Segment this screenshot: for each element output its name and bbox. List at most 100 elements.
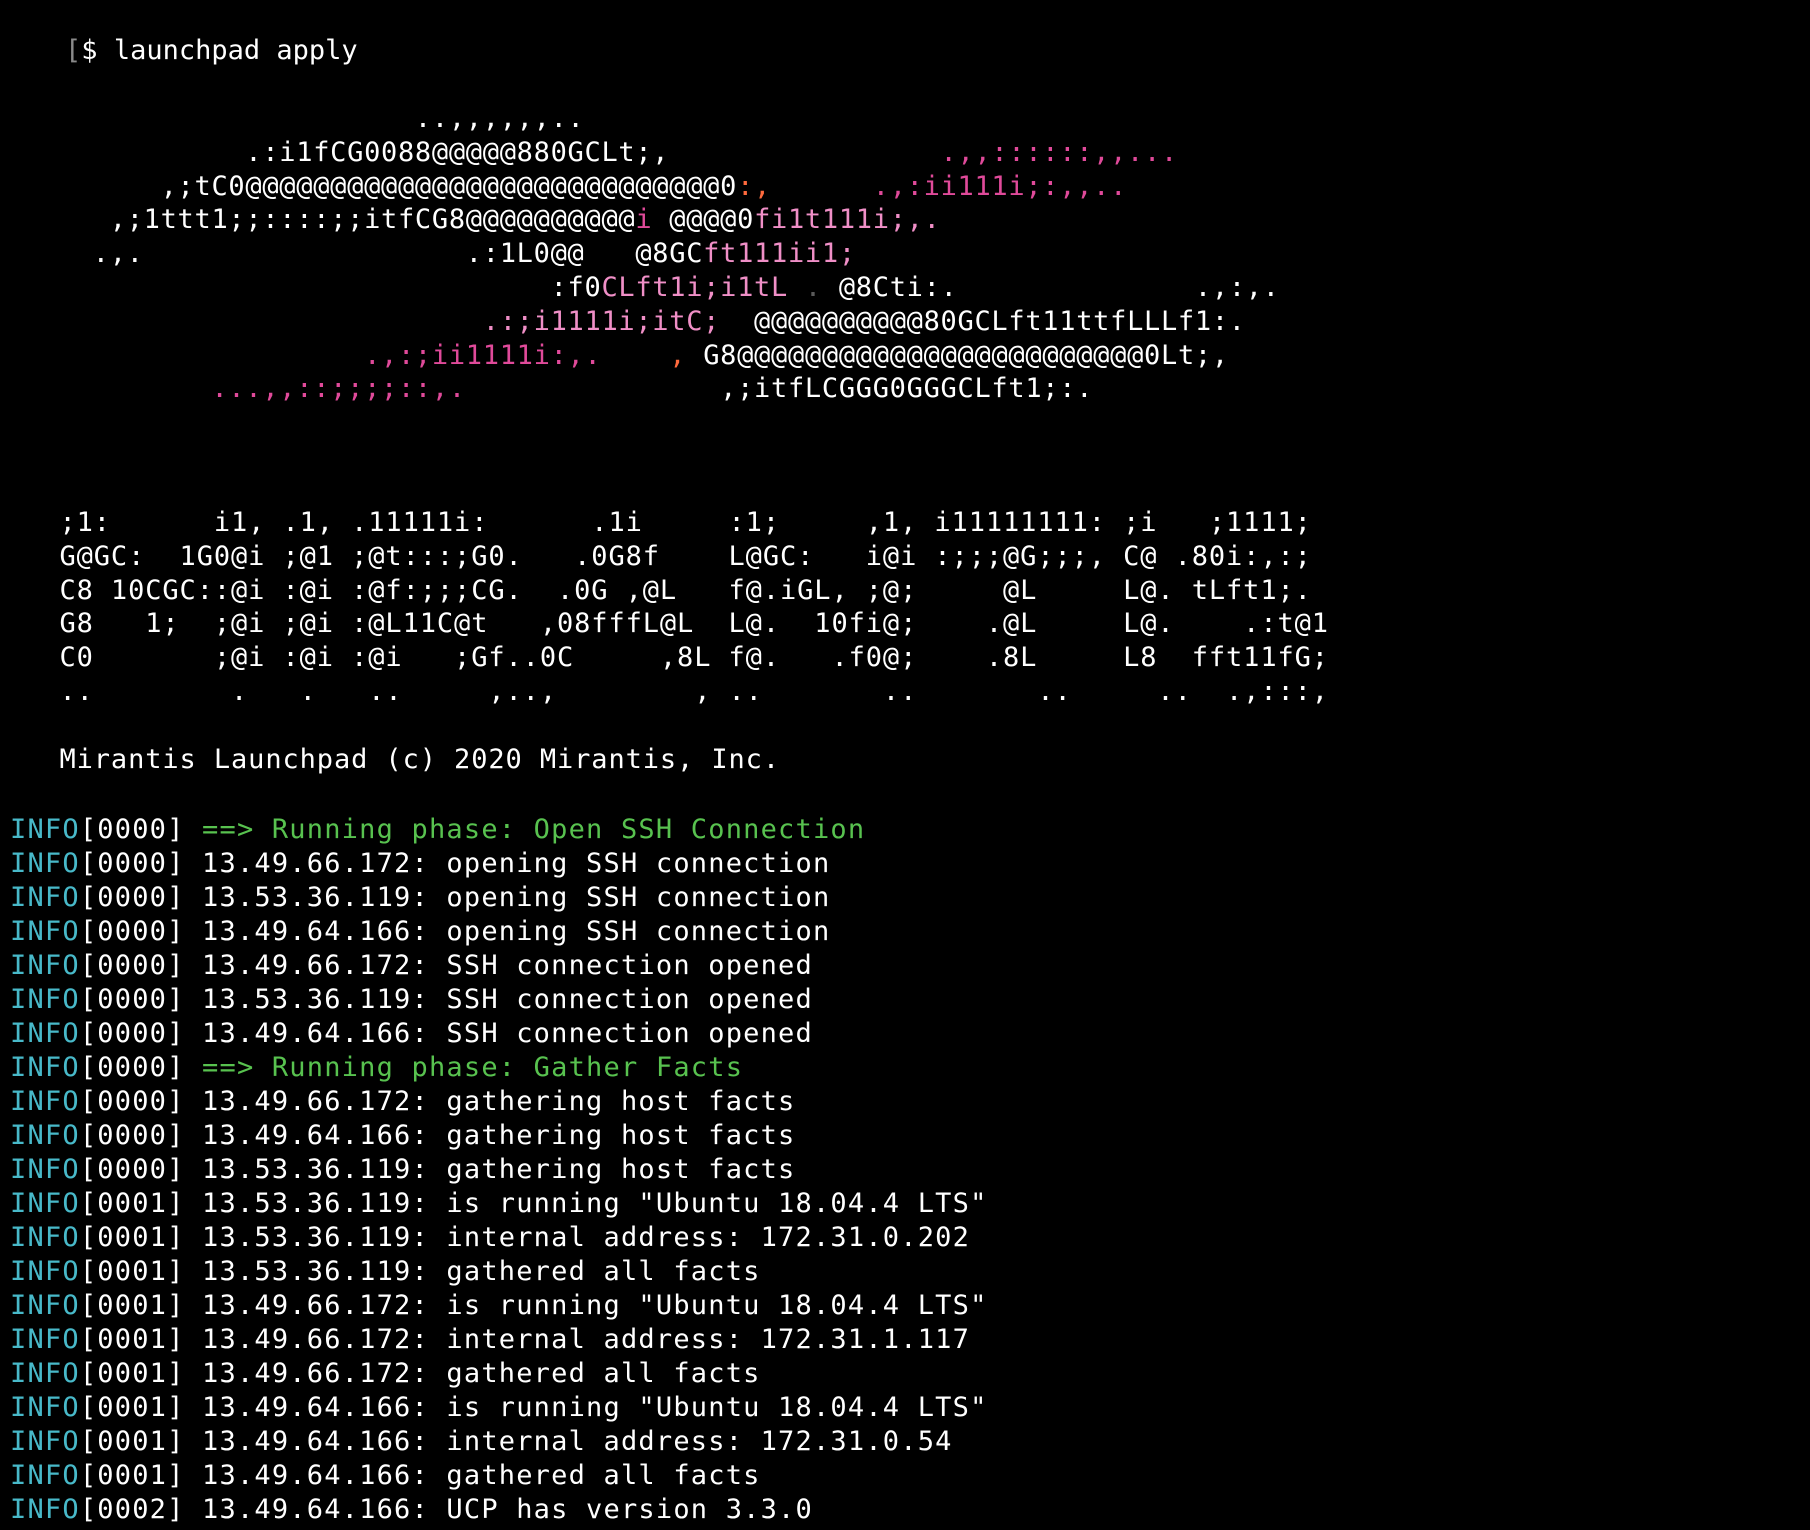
ascii-art-segment: , — [669, 339, 687, 371]
log-timestamp: [0001] — [79, 1324, 185, 1355]
ascii-art-segment: ,;tC0@@@@@@@@@@@@@@@@@@@@@@@@@@@@0 — [8, 170, 738, 202]
log-message: 13.49.64.166: UCP has version 3.3.0 — [202, 1494, 813, 1525]
ascii-art-segment: . — [787, 272, 839, 303]
log-line: INFO[0000] 13.49.66.172: opening SSH con… — [10, 847, 830, 881]
log-timestamp: [0001] — [79, 1188, 185, 1219]
log-level-tag: INFO — [10, 882, 80, 913]
log-message: 13.49.66.172: gathered all facts — [202, 1358, 761, 1389]
log-line: INFO[0002] 13.49.64.166: UCP has version… — [10, 1493, 813, 1527]
log-line: INFO[0001] 13.49.64.166: gathered all fa… — [10, 1459, 761, 1493]
log-message: 13.49.64.166: is running "Ubuntu 18.04.4… — [202, 1392, 988, 1423]
log-timestamp: [0000] — [79, 1086, 185, 1117]
log-timestamp: [0000] — [79, 1052, 185, 1083]
ascii-art-segment: .,:,. — [957, 272, 1280, 303]
log-timestamp: [0000] — [79, 882, 185, 913]
ascii-art-segment: @@@@@@@@@@80GCLft11ttfLLLf1:. — [720, 305, 1246, 337]
log-timestamp: [0000] — [79, 814, 185, 845]
log-timestamp: [0000] — [79, 916, 185, 947]
log-level-tag: INFO — [10, 1154, 80, 1185]
log-line: INFO[0000] 13.49.64.166: opening SSH con… — [10, 915, 830, 949]
log-level-tag: INFO — [10, 1358, 80, 1389]
log-line: INFO[0000] 13.49.66.172: SSH connection … — [10, 949, 813, 983]
log-message: 13.49.64.166: gathering host facts — [202, 1120, 796, 1151]
command-prompt: [$ launchpad apply — [0, 0, 358, 66]
log-timestamp: [0000] — [79, 1154, 185, 1185]
log-timestamp: [0001] — [79, 1256, 185, 1287]
ascii-art-segment: .,:ii111i;:,,.. — [771, 170, 1128, 202]
log-line: INFO[0001] 13.49.66.172: gathered all fa… — [10, 1357, 761, 1391]
log-level-tag: INFO — [10, 1494, 80, 1525]
log-line: INFO[0000] ==> Running phase: Open SSH C… — [10, 813, 865, 847]
ascii-art-segment: i — [635, 204, 653, 236]
log-message: 13.49.66.172: gathering host facts — [202, 1086, 796, 1117]
log-timestamp: [0000] — [79, 1120, 185, 1151]
log-phase-message: ==> Running phase: Gather Facts — [202, 1052, 744, 1083]
log-line: INFO[0001] 13.53.36.119: gathered all fa… — [10, 1255, 761, 1289]
log-line: INFO[0000] 13.49.64.166: SSH connection … — [10, 1017, 813, 1051]
ascii-art-line: ..,,,,,,.. — [8, 102, 584, 136]
log-message: 13.49.64.166: internal address: 172.31.0… — [202, 1426, 953, 1457]
ascii-art-segment: .:;i1111i;itC; — [8, 305, 721, 337]
log-level-tag: INFO — [10, 984, 80, 1015]
ascii-art-line: .,:;ii1111i:,. , G8@@@@@@@@@@@@@@@@@@@@@… — [8, 339, 1229, 373]
ascii-art-segment: :, — [737, 170, 772, 202]
log-timestamp: [0000] — [79, 984, 185, 1015]
log-timestamp: [0001] — [79, 1392, 185, 1423]
ascii-art-segment: ft111ii1; — [703, 238, 856, 270]
log-line: INFO[0001] 13.49.66.172: internal addres… — [10, 1323, 970, 1357]
log-level-tag: INFO — [10, 1290, 80, 1321]
log-timestamp: [0001] — [79, 1222, 185, 1253]
log-phase-message: ==> Running phase: Open SSH Connection — [202, 814, 866, 845]
logo-text-line: ;1: i1, .1, .11111i: .1i :1; ,1, i111111… — [8, 507, 1312, 538]
ascii-art-segment: ...,,::;;;;::,. — [8, 373, 466, 405]
log-message: 13.49.66.172: internal address: 172.31.1… — [202, 1324, 971, 1355]
log-message: 13.53.36.119: internal address: 172.31.0… — [202, 1222, 971, 1253]
log-timestamp: [0002] — [79, 1494, 185, 1525]
log-message: 13.53.36.119: gathering host facts — [202, 1154, 796, 1185]
prompt-symbol: $ — [81, 35, 98, 66]
ascii-art-segment: G8@@@@@@@@@@@@@@@@@@@@@@@@0Lt;, — [686, 339, 1229, 371]
ascii-art-line: ,;tC0@@@@@@@@@@@@@@@@@@@@@@@@@@@@0:, .,:… — [8, 170, 1127, 204]
ascii-art-line: :f0CLft1i;i1tL . @8Cti:. .,:,. — [8, 271, 1280, 305]
log-level-tag: INFO — [10, 916, 80, 947]
log-message: 13.53.36.119: opening SSH connection — [202, 882, 831, 913]
log-level-tag: INFO — [10, 1052, 80, 1083]
ascii-art-segment: :f0 — [8, 272, 602, 303]
ascii-art-segment: @8Cti:. — [838, 272, 958, 303]
ascii-art-segment: .,,::::::,,... — [669, 136, 1178, 168]
log-level-tag: INFO — [10, 1426, 80, 1457]
log-message: 13.49.66.172: opening SSH connection — [202, 848, 831, 879]
ascii-art-line: .,. .:1L0@@ @8GCft111ii1; — [8, 237, 856, 271]
log-level-tag: INFO — [10, 848, 80, 879]
logo-text-line: C0 ;@i :@i :@i ;Gf..0C ,8L f@. .f0@; .8L… — [8, 642, 1329, 674]
log-level-tag: INFO — [10, 1324, 80, 1355]
log-timestamp: [0001] — [79, 1426, 185, 1457]
log-line: INFO[0000] 13.53.36.119: SSH connection … — [10, 983, 813, 1017]
ascii-art-segment: ,;1ttt1;;::::;;itfCG8@@@@@@@@@@ — [8, 204, 636, 236]
log-line: INFO[0000] ==> Running phase: Gather Fac… — [10, 1051, 743, 1085]
log-line: INFO[0000] 13.53.36.119: opening SSH con… — [10, 881, 830, 915]
log-level-tag: INFO — [10, 1460, 80, 1491]
logo-text-line: G@GC: 1G0@i ;@1 ;@t:::;G0. .0G8f L@GC: i… — [8, 540, 1312, 572]
log-timestamp: [0000] — [79, 1018, 185, 1049]
log-level-tag: INFO — [10, 1086, 80, 1117]
ascii-art-line: .:i1fCG0088@@@@@880GCLt;, .,,::::::,,... — [8, 136, 1178, 170]
ascii-art-segment: .,. .:1L0@@ @8GC — [8, 238, 704, 270]
ascii-art-segment: @@@@0 — [652, 204, 755, 236]
ascii-art-segment: fi1t111i;,. — [754, 204, 941, 236]
log-level-tag: INFO — [10, 1256, 80, 1287]
ascii-art-segment: CLft1i;i1tL — [601, 272, 788, 303]
log-line: INFO[0001] 13.49.64.166: is running "Ubu… — [10, 1391, 988, 1425]
prompt-bracket: [ — [65, 35, 82, 66]
terminal-window[interactable]: [$ launchpad apply ..,,,,,,.. .:i1fCG008… — [0, 0, 1810, 1530]
log-level-tag: INFO — [10, 1120, 80, 1151]
log-timestamp: [0001] — [79, 1358, 185, 1389]
log-line: INFO[0000] 13.53.36.119: gathering host … — [10, 1153, 796, 1187]
ascii-art-segment — [601, 340, 669, 371]
ascii-art-segment: .,:;ii1111i:,. — [8, 339, 602, 371]
copyright-line: Mirantis Launchpad (c) 2020 Mirantis, In… — [8, 744, 780, 775]
log-message: 13.53.36.119: is running "Ubuntu 18.04.4… — [202, 1188, 988, 1219]
log-line: INFO[0001] 13.49.64.166: internal addres… — [10, 1425, 953, 1459]
log-line: INFO[0001] 13.49.66.172: is running "Ubu… — [10, 1289, 988, 1323]
ascii-art-segment: ,;itfLCGGG0GGGCLft1;:. — [465, 373, 1094, 405]
